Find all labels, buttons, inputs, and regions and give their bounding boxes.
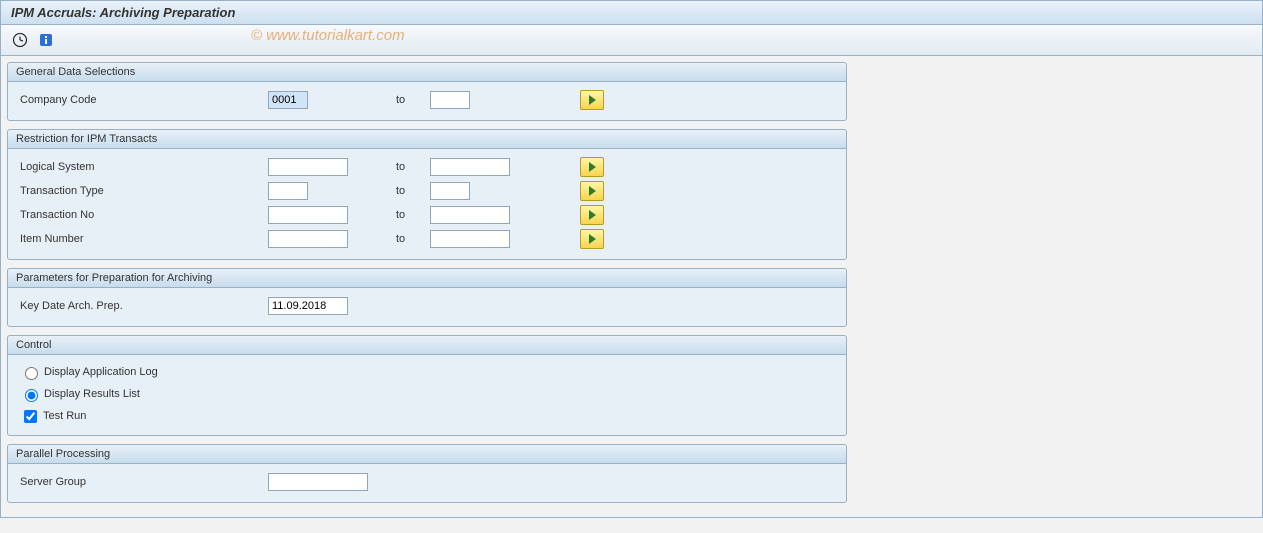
panel-params: Parameters for Preparation for Archiving… xyxy=(7,268,847,327)
key-date-input[interactable] xyxy=(268,297,348,315)
row-server-group: Server Group xyxy=(18,470,836,494)
transaction-no-to-input[interactable] xyxy=(430,206,510,224)
row-display-app-log: Display Application Log xyxy=(18,361,836,383)
item-number-multi-button[interactable] xyxy=(580,229,604,249)
row-item-number: Item Number to xyxy=(18,227,836,251)
company-code-to-input[interactable] xyxy=(430,91,470,109)
company-code-multi-button[interactable] xyxy=(580,90,604,110)
page-title: IPM Accruals: Archiving Preparation xyxy=(1,1,1262,25)
toolbar: © www.tutorialkart.com xyxy=(1,25,1262,56)
panel-control: Control Display Application Log Display … xyxy=(7,335,847,436)
panel-area: General Data Selections Company Code to … xyxy=(1,56,1262,517)
transaction-type-multi-button[interactable] xyxy=(580,181,604,201)
test-run-checkbox[interactable] xyxy=(24,410,37,423)
watermark: © www.tutorialkart.com xyxy=(251,27,405,44)
arrow-right-icon xyxy=(589,95,596,105)
row-company-code: Company Code to xyxy=(18,88,836,112)
panel-parallel: Parallel Processing Server Group xyxy=(7,444,847,503)
logical-system-from-input[interactable] xyxy=(268,158,348,176)
window: IPM Accruals: Archiving Preparation © ww… xyxy=(0,0,1263,518)
row-test-run: Test Run xyxy=(18,405,836,427)
arrow-right-icon xyxy=(589,234,596,244)
display-results-radio[interactable] xyxy=(25,389,38,402)
execute-icon[interactable] xyxy=(9,29,31,51)
server-group-input[interactable] xyxy=(268,473,368,491)
item-number-to-label: to xyxy=(396,233,430,245)
panel-general-header: General Data Selections xyxy=(8,63,846,82)
panel-restriction-header: Restriction for IPM Transacts xyxy=(8,130,846,149)
transaction-no-label: Transaction No xyxy=(18,209,268,221)
display-app-log-label: Display Application Log xyxy=(44,366,158,378)
transaction-type-label: Transaction Type xyxy=(18,185,268,197)
display-results-label: Display Results List xyxy=(44,388,140,400)
panel-params-header: Parameters for Preparation for Archiving xyxy=(8,269,846,288)
arrow-right-icon xyxy=(589,162,596,172)
panel-restriction: Restriction for IPM Transacts Logical Sy… xyxy=(7,129,847,260)
row-transaction-no: Transaction No to xyxy=(18,203,836,227)
row-transaction-type: Transaction Type to xyxy=(18,179,836,203)
company-code-to-label: to xyxy=(396,94,430,106)
transaction-no-to-label: to xyxy=(396,209,430,221)
panel-parallel-header: Parallel Processing xyxy=(8,445,846,464)
logical-system-label: Logical System xyxy=(18,161,268,173)
arrow-right-icon xyxy=(589,210,596,220)
row-key-date: Key Date Arch. Prep. xyxy=(18,294,836,318)
item-number-label: Item Number xyxy=(18,233,268,245)
company-code-label: Company Code xyxy=(18,94,268,106)
server-group-label: Server Group xyxy=(18,476,268,488)
info-icon[interactable] xyxy=(35,29,57,51)
transaction-no-from-input[interactable] xyxy=(268,206,348,224)
row-display-results: Display Results List xyxy=(18,383,836,405)
item-number-from-input[interactable] xyxy=(268,230,348,248)
arrow-right-icon xyxy=(589,186,596,196)
transaction-no-multi-button[interactable] xyxy=(580,205,604,225)
test-run-label: Test Run xyxy=(43,410,86,422)
item-number-to-input[interactable] xyxy=(430,230,510,248)
transaction-type-from-input[interactable] xyxy=(268,182,308,200)
display-app-log-radio[interactable] xyxy=(25,367,38,380)
company-code-from-input[interactable] xyxy=(268,91,308,109)
logical-system-multi-button[interactable] xyxy=(580,157,604,177)
logical-system-to-label: to xyxy=(396,161,430,173)
panel-control-header: Control xyxy=(8,336,846,355)
row-logical-system: Logical System to xyxy=(18,155,836,179)
panel-general: General Data Selections Company Code to xyxy=(7,62,847,121)
logical-system-to-input[interactable] xyxy=(430,158,510,176)
key-date-label: Key Date Arch. Prep. xyxy=(18,300,268,312)
transaction-type-to-input[interactable] xyxy=(430,182,470,200)
transaction-type-to-label: to xyxy=(396,185,430,197)
